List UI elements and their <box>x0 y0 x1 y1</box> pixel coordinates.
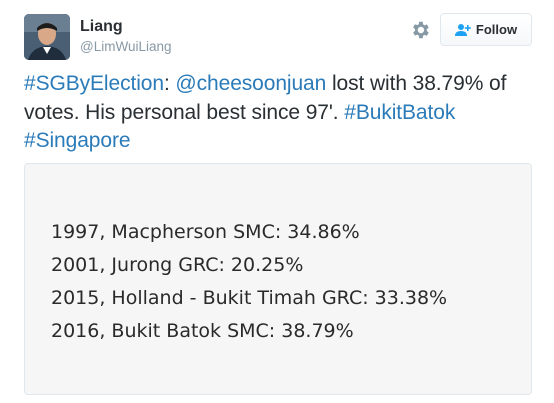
hashtag-sgbyelection-link[interactable]: #SGByElection <box>24 72 164 95</box>
hashtag-bukitbatok-link[interactable]: #BukitBatok <box>344 101 455 124</box>
user-plus-icon <box>454 23 471 37</box>
avatar[interactable] <box>24 14 70 60</box>
image-text-line: 2001, Jurong GRC: 20.25% <box>51 254 304 276</box>
attached-image[interactable]: 1997, Macpherson SMC: 34.86% 2001, Juron… <box>24 163 532 395</box>
follow-button[interactable]: Follow <box>440 13 532 46</box>
author-block: Liang @LimWuiLiang <box>80 17 172 56</box>
follow-label: Follow <box>475 22 518 37</box>
gear-icon[interactable] <box>409 19 431 41</box>
tweet-card: Liang @LimWuiLiang Follow #SGByElection:… <box>0 0 554 403</box>
mention-cheesoonjuan-link[interactable]: @cheesoonjuan <box>175 72 326 95</box>
image-text-line: 2015, Holland - Bukit Timah GRC: 33.38% <box>51 287 448 309</box>
tweet-separator: : <box>163 72 176 95</box>
author-handle[interactable]: @LimWuiLiang <box>80 38 172 56</box>
tweet-text: #SGByElection: @cheesoonjuan lost with 3… <box>24 70 539 156</box>
author-display-name[interactable]: Liang <box>80 17 172 37</box>
image-text-line: 2016, Bukit Batok SMC: 38.79% <box>51 320 354 342</box>
hashtag-singapore-link[interactable]: #Singapore <box>24 129 131 152</box>
image-text-block: 1997, Macpherson SMC: 34.86% 2001, Juron… <box>51 216 447 348</box>
image-text-line: 1997, Macpherson SMC: 34.86% <box>51 221 360 243</box>
